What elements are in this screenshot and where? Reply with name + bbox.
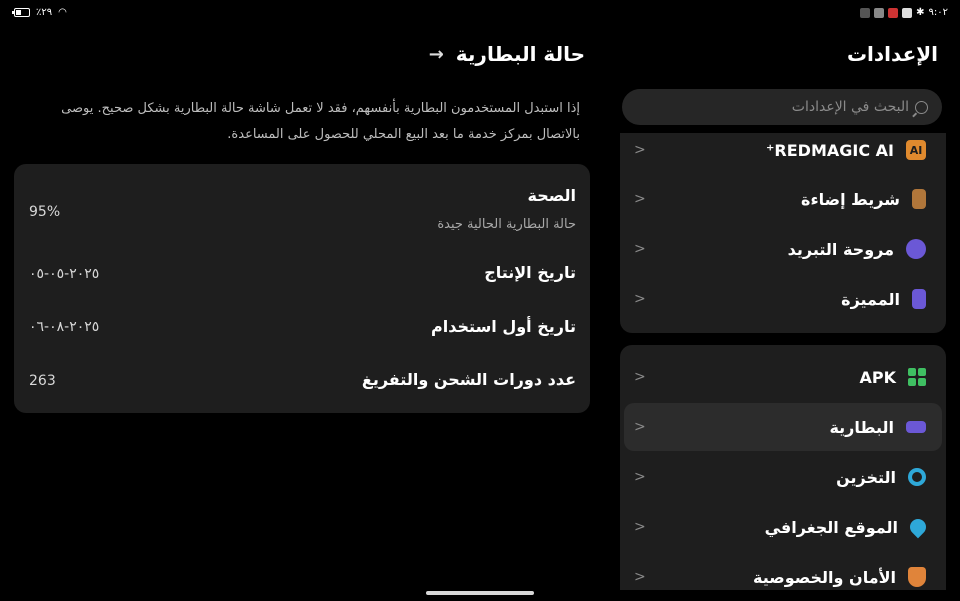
search-placeholder: البحث في الإعدادات (791, 99, 909, 115)
battery-info-card: الصحة 95% حالة البطارية الحالية جيدة تار… (14, 164, 590, 413)
settings-item-cooling-fan[interactable]: مروحة التبريد < (624, 225, 942, 273)
battery-replacement-note: إذا استبدل المستخدمون البطارية بأنفسهم، … (61, 101, 580, 142)
chevron-icon: < (634, 191, 646, 207)
storage-icon (908, 468, 926, 486)
chevron-icon: < (634, 241, 646, 257)
touch-icon (912, 289, 926, 309)
screen: ٪٢٩ ◠ ✱ ٩:٠٢ الإعدادات البحث في الإعدادا… (0, 0, 960, 601)
location-icon (906, 515, 930, 539)
settings-item-label: APK (859, 367, 896, 387)
battery-status-icon (12, 8, 30, 17)
settings-item-label: REDMAGIC AI⁺ (765, 140, 894, 160)
settings-item-label: شريط إضاءة (801, 189, 900, 209)
settings-group-gaming: AI REDMAGIC AI⁺ < شريط إضاءة < مروحة الت… (620, 133, 946, 333)
chevron-icon: < (634, 569, 646, 585)
charge-cycles-value: 263 (29, 373, 56, 389)
battery-percent: ٪٢٩ (36, 7, 53, 18)
settings-item-redmagic-ai[interactable]: AI REDMAGIC AI⁺ < (624, 133, 942, 174)
chevron-icon: < (634, 419, 646, 435)
status-bar-right: ✱ ٩:٠٢ (860, 7, 948, 18)
settings-item-battery[interactable]: البطارية < (624, 403, 942, 451)
health-label: الصحة (527, 186, 577, 205)
clock: ٩:٠٢ (928, 7, 948, 18)
health-status: حالة البطارية الحالية جيدة (437, 217, 576, 232)
settings-item-label: الأمان والخصوصية (753, 567, 896, 587)
health-value: 95% (29, 204, 61, 220)
settings-item-storage[interactable]: التخزين < (624, 453, 942, 501)
notification-icon (874, 7, 885, 18)
back-arrow-icon[interactable]: → (429, 44, 444, 65)
notification-icon (860, 7, 871, 18)
page-title: → حالة البطارية (429, 42, 585, 66)
charge-cycles-label: عدد دورات الشحن والتفريغ (361, 370, 576, 389)
settings-item-light-strip[interactable]: شريط إضاءة < (624, 175, 942, 223)
wifi-icon: ◠ (58, 7, 67, 18)
chevron-icon: < (634, 469, 646, 485)
settings-item-label: المميزة (841, 289, 900, 309)
light-strip-icon (912, 189, 926, 209)
settings-item-label: مروحة التبريد (787, 239, 894, 259)
settings-item-location[interactable]: الموقع الجغرافي < (624, 503, 942, 551)
settings-item-apk[interactable]: APK < (624, 353, 942, 401)
first-use-date-label: تاريخ أول استخدام (431, 317, 576, 336)
bluetooth-icon: ✱ (916, 7, 925, 18)
chevron-icon: < (634, 369, 646, 385)
ai-icon: AI (906, 140, 926, 160)
settings-item-security[interactable]: الأمان والخصوصية < (624, 553, 942, 590)
settings-item-label: البطارية (829, 417, 894, 437)
page-title-text: حالة البطارية (455, 42, 585, 66)
notification-icon (902, 7, 913, 18)
production-date-value: ٢٠٢٥-٠٥-٠٥ (29, 266, 100, 282)
battery-icon (906, 421, 926, 433)
search-input[interactable]: البحث في الإعدادات (622, 89, 942, 125)
settings-group-system: APK < البطارية < التخزين < الموقع الجغرا… (620, 345, 946, 590)
youtube-icon (888, 7, 899, 18)
settings-title: الإعدادات (846, 42, 938, 66)
home-indicator[interactable] (426, 591, 534, 595)
chevron-icon: < (634, 519, 646, 535)
apk-icon (908, 368, 926, 386)
first-use-date-value: ٢٠٢٥-٠٨-٠٦ (29, 319, 100, 335)
chevron-icon: < (634, 291, 646, 307)
settings-item-label: التخزين (836, 467, 896, 487)
search-icon (915, 100, 928, 114)
shield-icon (908, 567, 926, 587)
status-bar-left: ٪٢٩ ◠ (12, 7, 67, 18)
fan-icon (906, 239, 926, 259)
settings-item-features[interactable]: المميزة < (624, 275, 942, 323)
production-date-label: تاريخ الإنتاج (484, 263, 576, 282)
chevron-icon: < (634, 142, 646, 158)
settings-item-label: الموقع الجغرافي (764, 517, 898, 537)
